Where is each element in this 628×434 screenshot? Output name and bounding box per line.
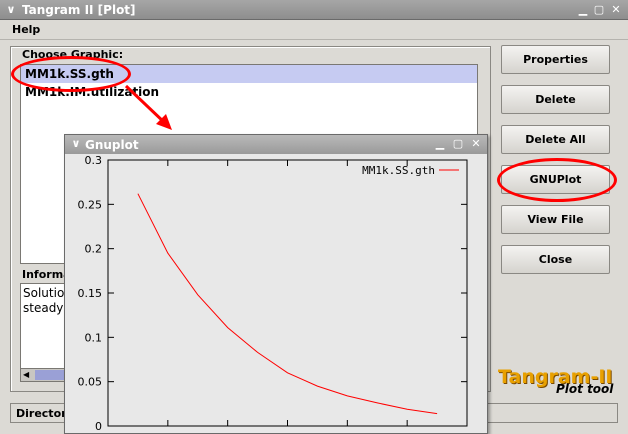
annotation-arrow — [124, 84, 172, 130]
